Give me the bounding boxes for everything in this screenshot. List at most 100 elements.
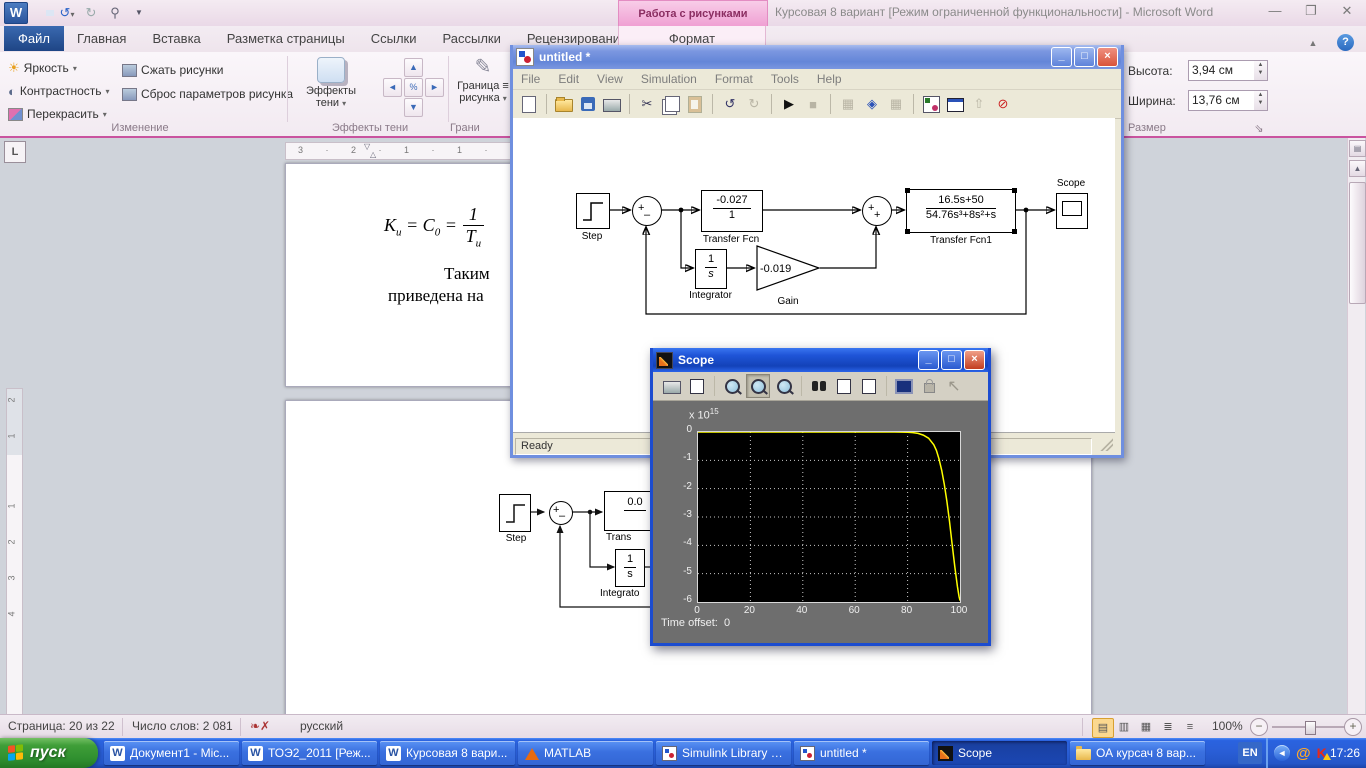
taskbar-item[interactable]: Simulink Library B... [656, 741, 791, 765]
compress-pictures-button[interactable]: Сжать рисунки [122, 60, 223, 80]
reset-picture-button[interactable]: Сброс параметров рисунка [122, 84, 293, 104]
zoom-icon[interactable] [721, 375, 743, 397]
gain-block[interactable]: -0.019 [756, 245, 821, 291]
taskbar-item[interactable]: Курсовая 8 вари... [380, 741, 515, 765]
model-browser-icon[interactable] [945, 94, 965, 114]
update-diagram-icon[interactable]: ▦ [838, 94, 858, 114]
view-draft-icon[interactable]: ≡ [1180, 718, 1200, 736]
menu-format[interactable]: Format [715, 72, 753, 86]
scope-titlebar[interactable]: Scope _ □ × [653, 348, 988, 372]
nudge-shadow-up-button[interactable]: ▲ [404, 58, 423, 77]
mail-agent-icon[interactable]: @ [1296, 745, 1311, 762]
toggle-shadow-button[interactable]: % [404, 78, 423, 97]
contrast-button[interactable]: ◐ Контрастность▾ [8, 81, 110, 101]
sum2-block[interactable]: + + [862, 196, 892, 226]
restore-axes-icon[interactable] [858, 375, 880, 397]
shadow-effects-button[interactable]: Эффекты тени ▾ [300, 54, 362, 118]
menu-tools[interactable]: Tools [771, 72, 799, 86]
transfer-fcn1-block[interactable]: 16.5s+50 54.76s³+8s²+s [906, 189, 1016, 233]
language-bar[interactable]: EN [1238, 742, 1262, 764]
stop-icon[interactable]: ■ [803, 94, 823, 114]
hide-icons-icon[interactable]: ◄ [1274, 745, 1290, 761]
vertical-ruler[interactable]: 211234 [6, 388, 23, 714]
scope-plot[interactable] [697, 431, 961, 603]
taskbar-item[interactable]: ТОЭ2_2011 [Реж... [242, 741, 377, 765]
zoom-level[interactable]: 100% [1212, 719, 1243, 733]
autoscale-icon[interactable] [808, 375, 830, 397]
sum1-block[interactable]: + – [632, 196, 662, 226]
view-fullscreen-icon[interactable]: ▥ [1114, 718, 1134, 736]
minimize-icon[interactable]: _ [1051, 47, 1072, 67]
qat-dropdown-icon[interactable]: ▼ [130, 4, 148, 22]
menu-simulation[interactable]: Simulation [641, 72, 697, 86]
undo-icon[interactable]: ↺▾ [58, 4, 76, 22]
menu-help[interactable]: Help [817, 72, 842, 86]
print-preview-icon[interactable]: ⚲ [106, 4, 124, 22]
language-indicator[interactable]: русский [300, 719, 343, 733]
lock-axes-icon[interactable] [918, 375, 940, 397]
view-outline-icon[interactable]: ≣ [1158, 718, 1178, 736]
clock[interactable]: 17:26 [1330, 746, 1360, 760]
floating-scope-icon[interactable] [893, 375, 915, 397]
go-up-icon[interactable]: ⇧ [969, 94, 989, 114]
width-stepper[interactable]: ▲▼ [1254, 90, 1268, 111]
taskbar-item[interactable]: MATLAB [518, 741, 653, 765]
signal-selection-icon[interactable]: ↖ [943, 375, 965, 397]
height-stepper[interactable]: ▲▼ [1254, 60, 1268, 81]
start-button[interactable]: пуск [0, 738, 98, 768]
scrollbar-thumb[interactable] [1349, 182, 1366, 304]
save-icon[interactable] [34, 4, 52, 22]
vertical-scrollbar[interactable]: ▤ ▲ [1347, 138, 1365, 714]
ruler-toggle-icon[interactable]: ▤ [1349, 140, 1366, 157]
selection-handle[interactable] [1012, 229, 1017, 234]
dialog-launcher-icon[interactable]: ⇘ [1252, 122, 1266, 135]
integrator-block[interactable]: 1 s [695, 249, 727, 289]
paste-icon[interactable] [685, 94, 705, 114]
selection-handle[interactable] [905, 229, 910, 234]
scope-block[interactable] [1056, 193, 1088, 229]
taskbar-item[interactable]: untitled * [794, 741, 929, 765]
refresh-blocks-icon[interactable]: ◈ [862, 94, 882, 114]
new-file-icon[interactable] [519, 94, 539, 114]
save-icon[interactable] [578, 94, 598, 114]
word-logo-icon[interactable]: W [4, 2, 28, 24]
hanging-indent-marker[interactable]: △ [370, 150, 376, 159]
transfer-fcn-block[interactable]: -0.027 1 [701, 190, 763, 232]
antivirus-icon[interactable]: K [1317, 745, 1327, 761]
redo-icon[interactable]: ↻ [82, 4, 100, 22]
view-print-layout-icon[interactable]: ▤ [1092, 718, 1114, 738]
help-icon[interactable]: ? [1337, 34, 1354, 51]
close-icon[interactable]: ✕ [1336, 3, 1358, 19]
menu-file[interactable]: File [521, 72, 540, 86]
selection-handle[interactable] [905, 188, 910, 193]
view-web-icon[interactable]: ▦ [1136, 718, 1156, 736]
taskbar-item[interactable]: ОА курсач 8 вар... [1070, 741, 1205, 765]
zoom-out-icon[interactable]: − [1250, 718, 1268, 736]
taskbar-item[interactable]: Scope [932, 741, 1067, 765]
library-browser-icon[interactable] [921, 94, 941, 114]
selection-handle[interactable] [1012, 188, 1017, 193]
maximize-icon[interactable]: □ [1074, 47, 1095, 67]
tab-home[interactable]: Главная [64, 26, 139, 51]
embedded-diagram-image[interactable]: Step +– 0.0 Trans 1s Integrato [494, 479, 669, 629]
width-input[interactable] [1188, 90, 1258, 111]
menu-view[interactable]: View [597, 72, 623, 86]
spell-check-icon[interactable]: ❧✗ [250, 719, 270, 733]
build-icon[interactable]: ▦ [886, 94, 906, 114]
picture-border-button[interactable]: ✎ Граница ≡ рисунка ▾ [452, 54, 514, 118]
close-icon[interactable]: × [964, 350, 985, 370]
tab-mailings[interactable]: Рассылки [430, 26, 514, 51]
parameters-icon[interactable] [686, 375, 708, 397]
page-indicator[interactable]: Страница: 20 из 22 [8, 719, 115, 733]
minimize-icon[interactable]: — [1264, 3, 1286, 19]
tab-selector-icon[interactable]: L [4, 141, 26, 163]
nudge-shadow-right-button[interactable]: ► [425, 78, 444, 97]
tab-page-layout[interactable]: Разметка страницы [214, 26, 358, 51]
redo-icon[interactable]: ↻ [744, 94, 764, 114]
debug-disabled-icon[interactable]: ⊘ [993, 94, 1013, 114]
minimize-icon[interactable]: _ [918, 350, 939, 370]
nudge-shadow-left-button[interactable]: ◄ [383, 78, 402, 97]
open-icon[interactable] [554, 94, 574, 114]
collapse-ribbon-icon[interactable]: ▲ [1305, 36, 1321, 50]
word-count[interactable]: Число слов: 2 081 [132, 719, 233, 733]
